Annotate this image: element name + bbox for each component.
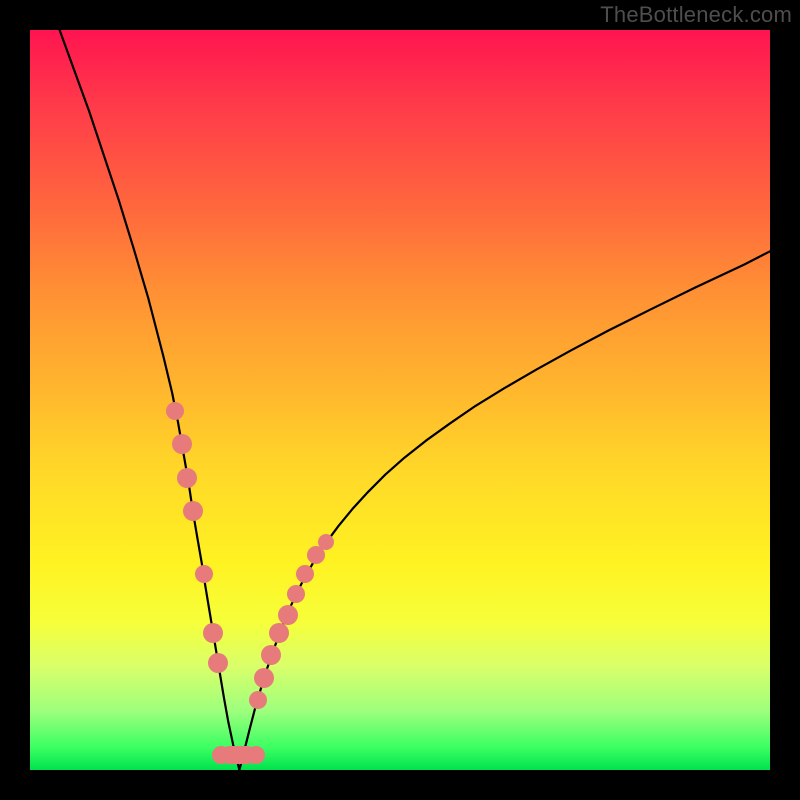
curve-layer [30, 30, 770, 770]
marker-layer [30, 30, 770, 770]
marker-dot-right-2 [261, 645, 281, 665]
marker-dot-right-5 [287, 585, 305, 603]
marker-dot-left-4 [195, 565, 213, 583]
marker-dot-right-0 [249, 691, 267, 709]
marker-dot-right-1 [254, 668, 274, 688]
marker-dot-right-6 [296, 565, 314, 583]
marker-dot-right-8 [318, 534, 334, 550]
marker-dot-right-3 [269, 623, 289, 643]
curve-right [239, 251, 770, 770]
marker-dot-left-3 [183, 501, 203, 521]
marker-dot-left-5 [203, 623, 223, 643]
plot-area [30, 30, 770, 770]
marker-dot-trough-cap-0 [212, 746, 230, 764]
chart-frame: TheBottleneck.com [0, 0, 800, 800]
marker-dot-left-6 [208, 653, 228, 673]
curve-left [60, 30, 240, 770]
marker-dot-right-4 [278, 605, 298, 625]
trough-band [221, 746, 257, 764]
attribution-label: TheBottleneck.com [600, 2, 792, 28]
marker-dot-right-7 [307, 546, 325, 564]
marker-dot-left-1 [172, 434, 192, 454]
marker-dot-trough-cap-1 [247, 746, 265, 764]
marker-dot-left-0 [166, 402, 184, 420]
marker-dot-left-2 [177, 468, 197, 488]
